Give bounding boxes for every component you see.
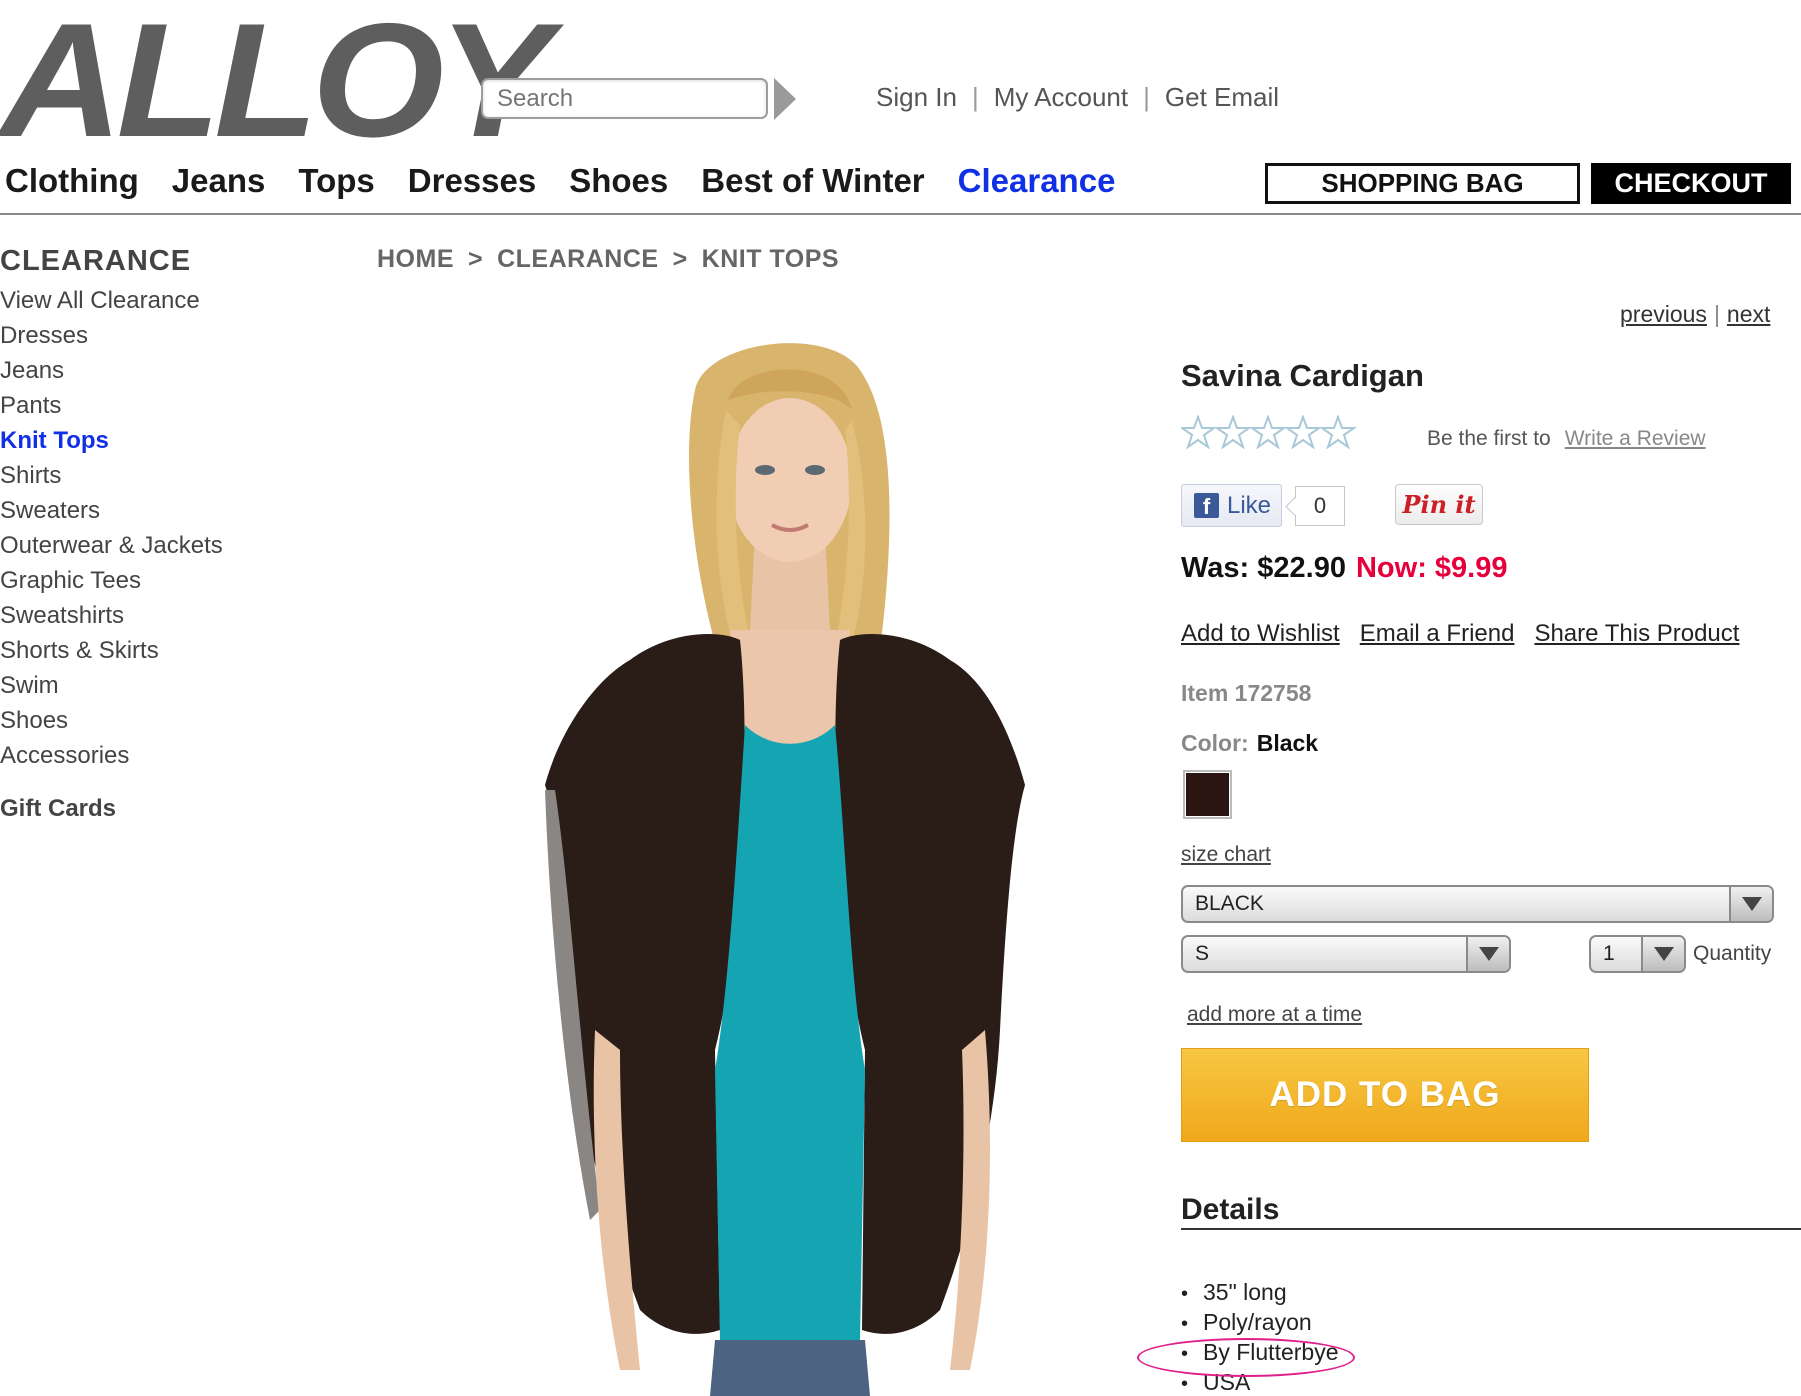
star-rating-icon[interactable]: [1181, 415, 1359, 449]
dropdown-arrow-icon: [1641, 937, 1684, 971]
nav-clothing[interactable]: Clothing: [5, 162, 139, 200]
sidebar-item-knit-tops[interactable]: Knit Tops: [0, 423, 223, 458]
breadcrumb-separator: >: [672, 245, 688, 273]
checkout-button[interactable]: CHECKOUT: [1591, 163, 1791, 204]
product-pager: previous | next: [1620, 301, 1770, 328]
add-to-bag-button[interactable]: ADD TO BAG: [1181, 1048, 1589, 1142]
now-label: Now:: [1355, 552, 1427, 584]
alloy-logo[interactable]: ALLOY: [0, 0, 551, 162]
search-submit-arrow-icon[interactable]: [774, 78, 796, 120]
sidebar-item-pants[interactable]: Pants: [0, 388, 223, 423]
nav-divider: [0, 213, 1801, 215]
breadcrumb: HOME > CLEARANCE > KNIT TOPS: [377, 245, 839, 274]
sidebar-item-shirts[interactable]: Shirts: [0, 458, 223, 493]
like-label: Like: [1227, 491, 1272, 519]
details-divider: [1181, 1228, 1801, 1230]
nav-dresses[interactable]: Dresses: [408, 162, 536, 200]
sidebar-item-graphic-tees[interactable]: Graphic Tees: [0, 563, 223, 598]
product-title: Savina Cardigan: [1181, 358, 1424, 393]
sidebar-item-shorts-skirts[interactable]: Shorts & Skirts: [0, 633, 223, 668]
share-product-link[interactable]: Share This Product: [1534, 620, 1739, 648]
was-value: $22.90: [1257, 552, 1346, 584]
sidebar-list: View All Clearance Dresses Jeans Pants K…: [0, 283, 223, 773]
nav-tops[interactable]: Tops: [298, 162, 374, 200]
my-account-link[interactable]: My Account: [994, 82, 1128, 113]
color-value: Black: [1256, 730, 1319, 756]
facebook-like-button[interactable]: f Like: [1181, 484, 1282, 527]
get-email-link[interactable]: Get Email: [1165, 82, 1279, 113]
sidebar-item-gift-cards[interactable]: Gift Cards: [0, 795, 116, 823]
size-select[interactable]: S: [1181, 935, 1511, 973]
facebook-icon: f: [1194, 493, 1219, 519]
pinterest-pin-button[interactable]: Pin it: [1395, 484, 1483, 525]
size-select-value: S: [1195, 942, 1210, 965]
sidebar-item-outerwear-jackets[interactable]: Outerwear & Jackets: [0, 528, 223, 563]
details-item: Poly/rayon: [1181, 1307, 1339, 1337]
breadcrumb-clearance[interactable]: CLEARANCE: [497, 245, 658, 274]
account-separator: |: [971, 82, 979, 112]
dropdown-arrow-icon: [1729, 887, 1772, 921]
sidebar-item-shoes[interactable]: Shoes: [0, 703, 223, 738]
account-separator: |: [1143, 82, 1150, 112]
nav-clearance[interactable]: Clearance: [958, 162, 1116, 200]
sidebar-title: CLEARANCE: [0, 245, 192, 277]
details-item: 35" long: [1181, 1277, 1339, 1307]
rating-stars[interactable]: [1181, 415, 1359, 449]
shopping-bag-button[interactable]: SHOPPING BAG: [1265, 163, 1580, 204]
size-chart-link[interactable]: size chart: [1181, 843, 1271, 867]
nav-jeans[interactable]: Jeans: [172, 162, 266, 200]
was-label: Was:: [1181, 552, 1250, 584]
review-prompt: Be the first to Write a Review: [1427, 427, 1706, 451]
nav-best-of-winter[interactable]: Best of Winter: [701, 162, 924, 200]
sidebar-item-sweatshirts[interactable]: Sweatshirts: [0, 598, 223, 633]
price-row: Was: $22.90 Now: $9.99: [1181, 552, 1508, 585]
color-select-value: BLACK: [1195, 892, 1264, 915]
previous-link[interactable]: previous: [1620, 301, 1707, 328]
now-value: $9.99: [1434, 552, 1508, 584]
details-title: Details: [1181, 1193, 1280, 1226]
sidebar-item-view-all-clearance[interactable]: View All Clearance: [0, 283, 223, 318]
quantity-select[interactable]: 1: [1589, 935, 1686, 973]
pager-separator: |: [1713, 301, 1720, 327]
quantity-label: Quantity: [1693, 942, 1772, 965]
nav-shoes[interactable]: Shoes: [569, 162, 668, 200]
review-prompt-text: Be the first to: [1427, 427, 1551, 450]
color-swatch-black[interactable]: [1183, 770, 1232, 819]
email-a-friend-link[interactable]: Email a Friend: [1360, 620, 1515, 648]
was-price: Was: $22.90: [1181, 552, 1346, 585]
sidebar-item-jeans[interactable]: Jeans: [0, 353, 223, 388]
sidebar-item-sweaters[interactable]: Sweaters: [0, 493, 223, 528]
search-input[interactable]: [481, 78, 768, 119]
breadcrumb-knit-tops[interactable]: KNIT TOPS: [702, 245, 839, 274]
quantity-select-value: 1: [1603, 942, 1615, 965]
sidebar-item-dresses[interactable]: Dresses: [0, 318, 223, 353]
product-action-links: Add to Wishlist Email a Friend Share Thi…: [1181, 620, 1739, 648]
sign-in-link[interactable]: Sign In: [876, 82, 957, 113]
main-nav: Clothing Jeans Tops Dresses Shoes Best o…: [5, 162, 1115, 200]
highlight-ellipse: [1137, 1338, 1355, 1377]
add-to-wishlist-link[interactable]: Add to Wishlist: [1181, 620, 1340, 648]
item-number: Item 172758: [1181, 680, 1312, 706]
details-list: 35" long Poly/rayon By Flutterbye USA: [1181, 1277, 1339, 1396]
color-select[interactable]: BLACK: [1181, 885, 1774, 923]
sidebar-item-accessories[interactable]: Accessories: [0, 738, 223, 773]
next-link[interactable]: next: [1727, 301, 1770, 328]
dropdown-arrow-icon: [1466, 937, 1509, 971]
account-links: Sign In | My Account | Get Email: [876, 82, 1279, 113]
now-price: Now: $9.99: [1356, 552, 1508, 585]
like-count: 0: [1295, 486, 1345, 526]
color-label: Color:: [1181, 730, 1249, 756]
color-row: Color: Black: [1181, 730, 1318, 757]
breadcrumb-home[interactable]: HOME: [377, 245, 454, 274]
breadcrumb-separator: >: [468, 245, 484, 273]
product-photo[interactable]: [500, 330, 1100, 1396]
write-review-link[interactable]: Write a Review: [1565, 427, 1706, 451]
sidebar-item-swim[interactable]: Swim: [0, 668, 223, 703]
add-more-link[interactable]: add more at a time: [1187, 1003, 1362, 1027]
